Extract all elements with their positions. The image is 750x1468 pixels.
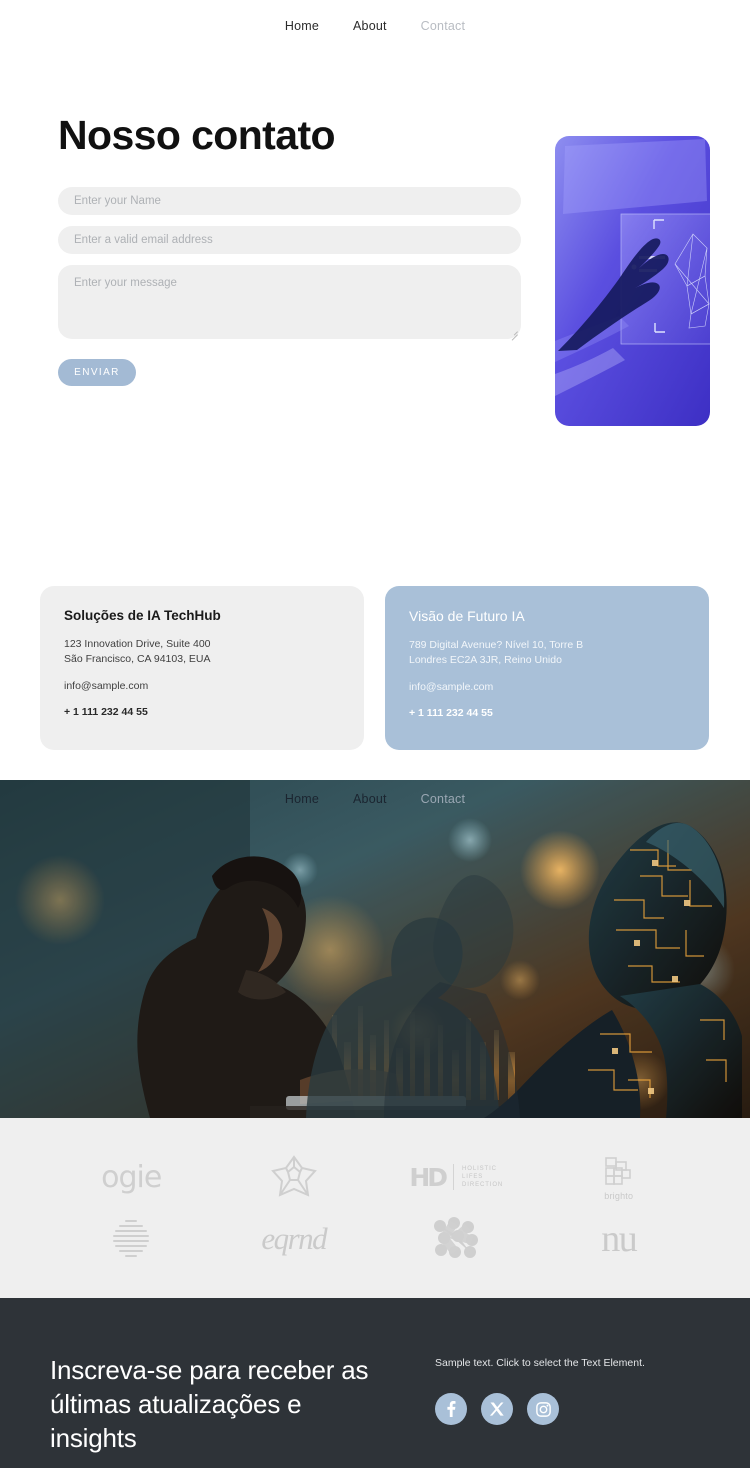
contact-cards: Soluções de IA TechHub 123 Innovation Dr… — [0, 586, 750, 750]
email-input[interactable] — [58, 226, 521, 254]
hd-monogram: HD — [409, 1162, 448, 1192]
footer-sample-text: Sample text. Click to select the Text El… — [435, 1357, 645, 1369]
banner-nav-item-home[interactable]: Home — [285, 792, 319, 806]
card-phone[interactable]: + 1 111 232 44 55 — [409, 707, 685, 719]
message-textarea[interactable] — [58, 265, 521, 339]
hd-text-block: HOLISTIC LIFES DIRECTION — [462, 1165, 503, 1189]
flower-star-icon — [270, 1155, 317, 1197]
top-navigation: Home About Contact — [0, 0, 750, 52]
card-email[interactable]: info@sample.com — [64, 680, 340, 692]
banner-nav-item-contact[interactable]: Contact — [421, 792, 465, 806]
card-email[interactable]: info@sample.com — [409, 681, 685, 693]
x-twitter-icon — [489, 1402, 504, 1416]
hero-image — [555, 136, 710, 426]
instagram-link[interactable] — [527, 1393, 559, 1425]
logo-striped-sphere — [107, 1215, 155, 1263]
footer-right-column: Sample text. Click to select the Text El… — [435, 1353, 645, 1468]
submit-button[interactable]: ENVIAR — [58, 359, 136, 386]
dots-pattern-icon — [434, 1217, 479, 1258]
card-address-line-2: São Francisco, CA 94103, EUA — [64, 653, 211, 665]
hd-logo-group: HD HOLISTIC LIFES DIRECTION — [409, 1163, 503, 1192]
name-input[interactable] — [58, 187, 521, 215]
logo-ogie: ogie — [101, 1159, 162, 1195]
logo-dots-pattern — [430, 1216, 482, 1262]
card-title: Soluções de IA TechHub — [64, 608, 221, 623]
card-address-line-1: 123 Innovation Drive, Suite 400 — [64, 638, 211, 650]
logo-nu-label: nu — [601, 1218, 638, 1260]
logo-strip: ogie HD HOLISTIC LIFES DIRECTION brighto… — [0, 1118, 750, 1298]
footer-heading: Inscreva-se para receber as últimas atua… — [50, 1355, 369, 1453]
page-root: Home About Contact Nosso contato ENVIAR — [0, 0, 750, 1468]
contact-card-futuro: Visão de Futuro IA 789 Digital Avenue? N… — [385, 586, 709, 750]
banner-graphic — [0, 780, 750, 1118]
hd-divider — [453, 1164, 455, 1190]
message-field-wrapper — [58, 265, 521, 341]
striped-sphere-icon — [113, 1220, 150, 1257]
logo-holistic-lifes-direction: HD HOLISTIC LIFES DIRECTION — [409, 1163, 503, 1192]
hero-image-graphic — [555, 136, 710, 426]
card-address-line-1: 789 Digital Avenue? Nível 10, Torre B — [409, 639, 584, 651]
contact-form: ENVIAR — [58, 187, 521, 386]
hero-banner: Home About Contact — [0, 780, 750, 1118]
logo-brighto: brighto — [601, 1154, 637, 1201]
card-title: Visão de Futuro IA — [409, 608, 525, 624]
hd-line-1: HOLISTIC — [462, 1166, 497, 1172]
banner-navigation: Home About Contact — [0, 792, 750, 806]
contact-card-techhub: Soluções de IA TechHub 123 Innovation Dr… — [40, 586, 364, 750]
brighto-label: brighto — [604, 1190, 634, 1201]
logo-ogie-label: ogie — [101, 1159, 162, 1195]
logo-eqrnd-label: eqrnd — [261, 1221, 327, 1256]
logo-flower-star — [269, 1152, 319, 1202]
hd-line-2: LIFES — [462, 1174, 484, 1180]
nav-item-about[interactable]: About — [353, 19, 387, 33]
banner-nav-item-about[interactable]: About — [353, 792, 387, 806]
site-footer: Inscreva-se para receber as últimas atua… — [0, 1298, 750, 1468]
footer-left-column: Inscreva-se para receber as últimas atua… — [50, 1353, 380, 1468]
card-phone[interactable]: + 1 111 232 44 55 — [64, 706, 340, 718]
contact-section: Nosso contato ENVIAR — [0, 52, 750, 582]
brighto-group: brighto — [601, 1154, 637, 1201]
facebook-link[interactable] — [435, 1393, 467, 1425]
card-address-line-2: Londres EC2A 3JR, Reino Unido — [409, 654, 562, 666]
social-links — [435, 1393, 645, 1425]
hd-line-3: DIRECTION — [462, 1182, 504, 1188]
nav-item-home[interactable]: Home — [285, 19, 319, 33]
facebook-icon — [447, 1401, 456, 1417]
nav-item-contact[interactable]: Contact — [421, 19, 465, 33]
instagram-icon — [535, 1401, 551, 1417]
logo-eqrnd: eqrnd — [261, 1221, 327, 1257]
x-twitter-link[interactable] — [481, 1393, 513, 1425]
logo-nu: nu — [601, 1217, 638, 1261]
brighto-blocks-icon — [604, 1156, 631, 1185]
